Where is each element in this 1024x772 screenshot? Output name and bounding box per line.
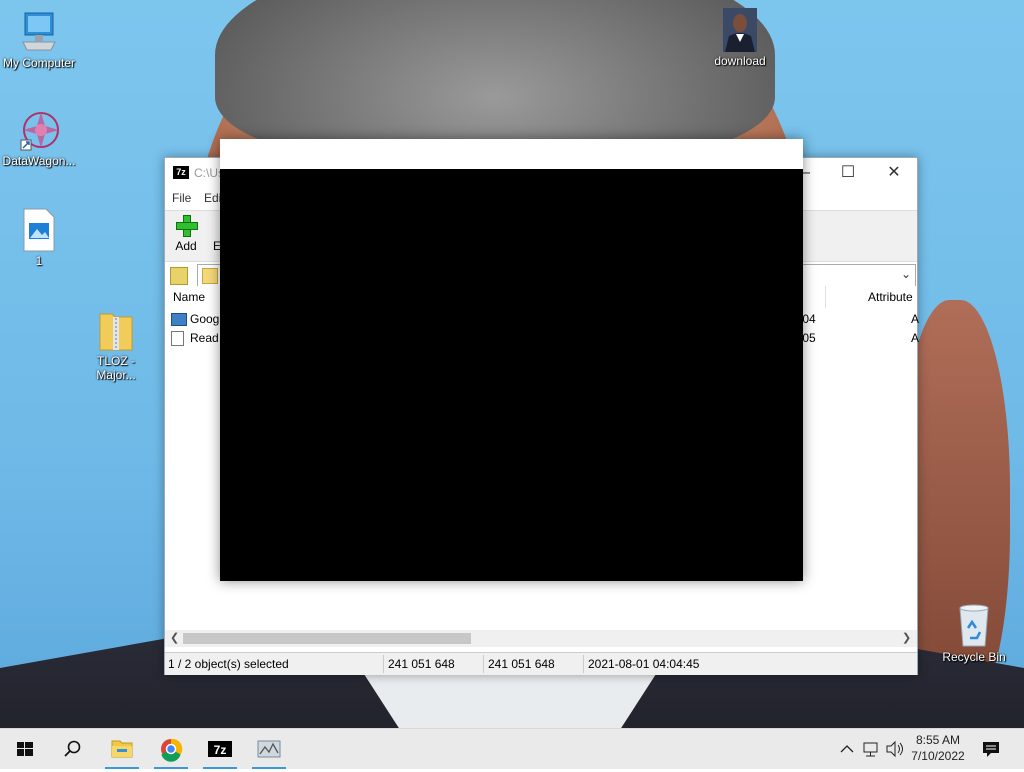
row-name: Googl (190, 312, 223, 326)
svg-text:7z: 7z (214, 743, 227, 757)
scrollbar-thumb[interactable] (183, 633, 471, 644)
column-header-attributes[interactable]: Attribute (868, 286, 913, 308)
desktop-icon-label: My Computer (2, 56, 76, 70)
clock-date: 7/10/2022 (911, 749, 965, 763)
desktop-icon-download[interactable]: download (698, 8, 782, 68)
chevron-down-icon[interactable]: ⌄ (901, 267, 911, 281)
scroll-right-arrow-icon[interactable]: ❯ (902, 630, 911, 647)
wallpaper-hair (215, 0, 775, 160)
desktop-icon-my-computer[interactable]: My Computer (0, 10, 81, 70)
status-size: 241 051 648 (388, 657, 455, 671)
clock-time: 8:55 AM (915, 733, 961, 747)
add-plus-icon (176, 215, 198, 237)
menu-edit[interactable]: Edi (204, 191, 221, 205)
app-icon (257, 740, 281, 758)
desktop-icon-label: download (714, 54, 766, 68)
overlay-titlebar[interactable] (220, 139, 803, 169)
action-center-button[interactable] (978, 729, 1004, 769)
folder-up-icon[interactable] (170, 267, 188, 285)
close-button[interactable]: ✕ (871, 158, 917, 188)
search-button[interactable] (54, 729, 92, 769)
recycle-bin-icon (954, 604, 994, 648)
search-icon (64, 740, 81, 757)
volume-button[interactable] (884, 729, 906, 769)
desktop-icon-tloz[interactable]: TLOZ - Major... (74, 308, 158, 382)
row-attributes: A (911, 331, 920, 345)
file-explorer-button[interactable] (103, 729, 141, 769)
status-bar: 1 / 2 object(s) selected 241 051 648 241… (165, 652, 917, 675)
menu-file[interactable]: File (172, 191, 191, 205)
overlay-black-content (220, 169, 803, 581)
chevron-up-icon (840, 745, 854, 753)
sevenzip-taskbar-button[interactable]: 7z (201, 729, 239, 769)
column-header-name[interactable]: Name (173, 286, 205, 308)
add-button[interactable]: Add (173, 215, 199, 253)
photo-thumbnail-icon (720, 8, 760, 52)
chrome-icon (161, 738, 183, 762)
status-divider (583, 655, 584, 673)
desktop-icon-label: 1 (35, 254, 43, 268)
zip-folder-icon (96, 308, 136, 352)
status-selection: 1 / 2 object(s) selected (168, 657, 289, 671)
status-modified: 2021-08-01 04:04:45 (588, 657, 700, 671)
archive-file-icon (171, 313, 187, 327)
scroll-left-arrow-icon[interactable]: ❮ (170, 630, 179, 647)
start-button[interactable] (6, 729, 44, 769)
desktop-icon-datawagon[interactable]: DataWagon... (0, 108, 81, 168)
desktop-icon-label: DataWagon... (2, 154, 76, 168)
horizontal-scrollbar[interactable]: ❮ ❯ (165, 630, 917, 647)
desktop-icon-image-1[interactable]: 1 (0, 208, 81, 268)
computer-icon (19, 10, 59, 54)
folder-icon (202, 268, 218, 284)
7zip-icon: 7z (208, 741, 232, 757)
maximize-button[interactable]: ☐ (825, 158, 871, 188)
sevenzip-app-icon: 7z (173, 166, 189, 179)
chrome-button[interactable] (152, 729, 190, 769)
windows-start-icon (17, 742, 33, 756)
notification-icon (983, 742, 999, 757)
status-divider (483, 655, 484, 673)
file-explorer-icon (111, 740, 133, 758)
clock[interactable]: 8:55 AM 7/10/2022 (906, 729, 970, 772)
network-icon (863, 742, 878, 757)
datawagon-icon (19, 108, 59, 152)
desktop-icon-recycle-bin[interactable]: Recycle Bin (932, 604, 1016, 664)
black-overlay-window[interactable] (220, 139, 803, 581)
column-divider[interactable] (825, 286, 826, 308)
status-divider (383, 655, 384, 673)
image-file-icon (19, 208, 59, 252)
taskbar: 7z 8:55 AM 7/10/2022 (0, 728, 1024, 769)
app-taskbar-button[interactable] (250, 729, 288, 769)
text-file-icon (171, 331, 184, 347)
desktop-icon-label: Recycle Bin (942, 650, 1006, 664)
show-hidden-icons-button[interactable] (838, 729, 856, 769)
status-packed-size: 241 051 648 (488, 657, 555, 671)
row-attributes: A (911, 312, 920, 326)
desktop-icon-label: TLOZ - Major... (96, 354, 136, 382)
speaker-icon (886, 740, 903, 758)
network-button[interactable] (861, 729, 881, 769)
